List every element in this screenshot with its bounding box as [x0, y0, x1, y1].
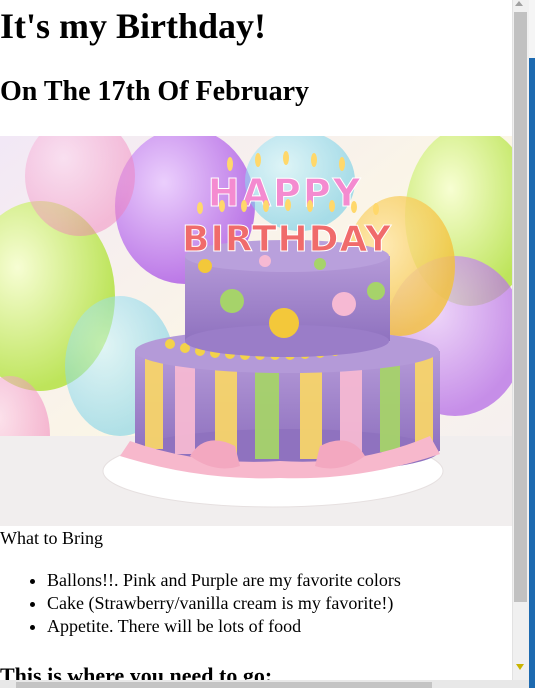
scroll-up-arrow-icon[interactable]	[515, 1, 523, 6]
horizontal-scrollbar-thumb[interactable]	[16, 682, 432, 688]
bring-list: Ballons!!. Pink and Purple are my favori…	[0, 569, 401, 638]
what-to-bring-label: What to Bring	[0, 528, 103, 548]
birthday-cake-image: HAPPY BIRTHDAY	[0, 136, 512, 526]
directions-heading: This is where you need to go:	[0, 663, 273, 680]
list-item: Ballons!!. Pink and Purple are my favori…	[47, 569, 401, 592]
page-title: It's my Birthday!	[0, 6, 267, 46]
scroll-down-arrow-icon[interactable]	[516, 664, 524, 670]
page-subtitle: On The 17th Of February	[0, 76, 310, 107]
window-edge-strip-top	[529, 0, 535, 58]
window-edge-strip	[529, 0, 535, 688]
list-item: Appetite. There will be lots of food	[47, 615, 401, 638]
candle-happy-text: HAPPY	[208, 171, 362, 215]
candle-birthday-text: BIRTHDAY	[182, 219, 392, 260]
vertical-scrollbar-thumb[interactable]	[514, 12, 527, 602]
page-content: It's my Birthday! On The 17th Of Februar…	[0, 0, 512, 680]
list-item: Cake (Strawberry/vanilla cream is my fav…	[47, 592, 401, 615]
